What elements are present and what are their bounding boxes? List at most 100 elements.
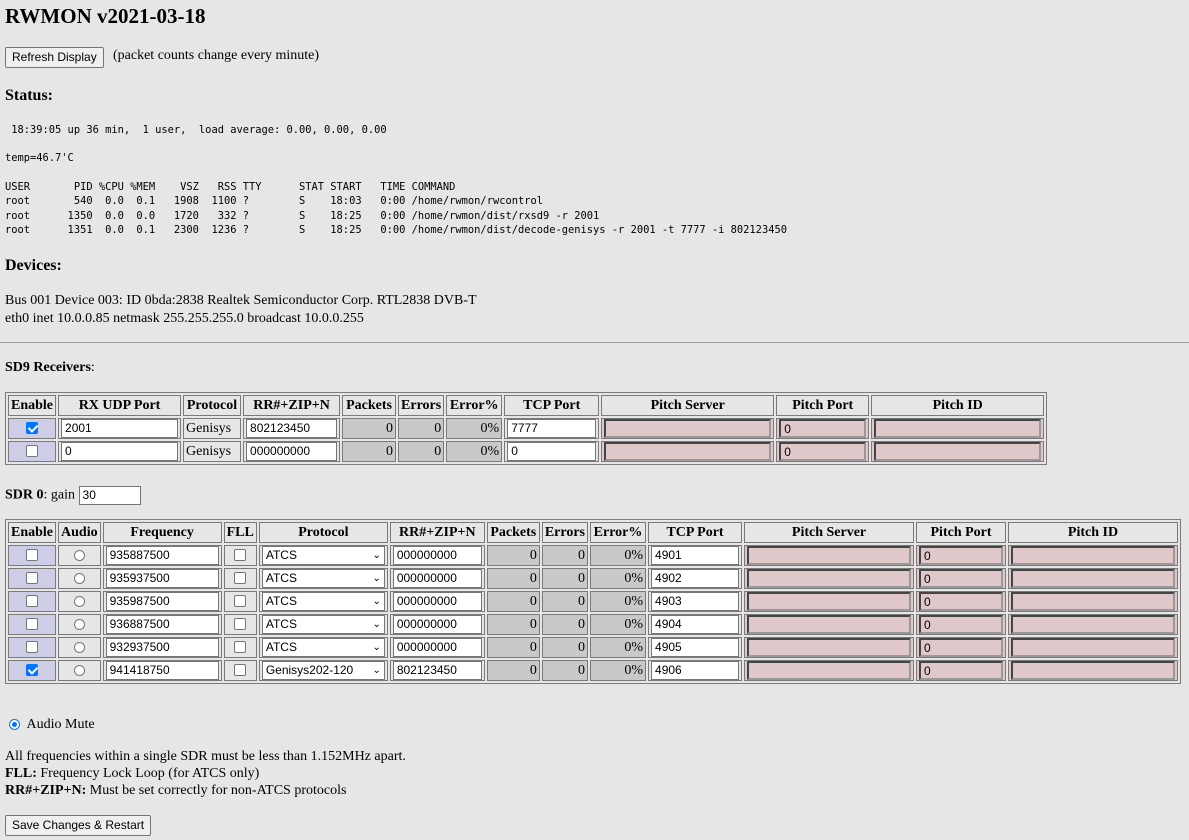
fll-checkbox[interactable] xyxy=(234,618,247,631)
enable-checkbox[interactable] xyxy=(26,422,38,435)
audio-radio[interactable] xyxy=(73,572,85,584)
rr-zip-n-input[interactable]: 802123450 xyxy=(392,661,482,680)
tcp-port-input[interactable]: 4906 xyxy=(651,661,740,680)
pitch-server-cell xyxy=(744,614,915,635)
rr-zip-n-input[interactable]: 000000000 xyxy=(246,442,338,461)
protocol-select[interactable]: ATCS ⌄ xyxy=(261,569,385,588)
pitch-server-input[interactable] xyxy=(747,546,912,565)
enable-checkbox[interactable] xyxy=(26,572,38,585)
pitch-id-input[interactable] xyxy=(1011,615,1176,634)
frequency-input[interactable]: 932937500 xyxy=(105,638,219,657)
fll-checkbox[interactable] xyxy=(234,549,247,562)
audio-radio[interactable] xyxy=(73,641,85,653)
gain-input[interactable]: 30 xyxy=(78,486,141,505)
protocol-select[interactable]: ATCS ⌄ xyxy=(261,638,385,657)
pitch-port-input[interactable]: 0 xyxy=(919,592,1004,611)
sdr-col-pitch-server: Pitch Server xyxy=(744,522,915,543)
fll-checkbox[interactable] xyxy=(234,641,247,654)
protocol-select[interactable]: ATCS ⌄ xyxy=(261,546,385,565)
audio-mute-radio[interactable] xyxy=(9,719,20,731)
pitch-id-cell xyxy=(1008,660,1179,681)
frequency-input[interactable]: 936887500 xyxy=(105,615,219,634)
fll-checkbox[interactable] xyxy=(234,572,247,585)
frequency-input[interactable]: 941418750 xyxy=(105,661,219,680)
rr-zip-n-input[interactable]: 000000000 xyxy=(392,546,482,565)
pitch-port-input[interactable]: 0 xyxy=(919,638,1004,657)
rx-udp-port-input[interactable]: 0 xyxy=(61,442,179,461)
refresh-display-button[interactable]: Refresh Display xyxy=(5,47,104,68)
save-restart-button[interactable]: Save Changes & Restart xyxy=(5,815,152,836)
pitch-id-input[interactable] xyxy=(874,419,1042,438)
tcp-port-input[interactable]: 4902 xyxy=(651,569,740,588)
pitch-id-input[interactable] xyxy=(1011,546,1176,565)
tcp-port-input[interactable]: 4901 xyxy=(651,546,740,565)
pitch-server-input[interactable] xyxy=(604,442,772,461)
tcp-port-input[interactable]: 4905 xyxy=(651,638,740,657)
enable-checkbox[interactable] xyxy=(26,641,38,654)
pitch-port-input[interactable]: 0 xyxy=(779,442,867,461)
fll-checkbox[interactable] xyxy=(234,664,247,677)
rr-zip-n-input[interactable]: 000000000 xyxy=(392,638,482,657)
frequency-cell: 935937500 xyxy=(102,568,222,589)
protocol-select[interactable]: ATCS ⌄ xyxy=(261,615,385,634)
pitch-server-input[interactable] xyxy=(747,615,912,634)
sdr-row: 935887500 ATCS ⌄ 000000000 0 0 0% 4901 0 xyxy=(8,545,1179,566)
pitch-id-cell xyxy=(1008,545,1179,566)
enable-cell xyxy=(8,591,57,612)
pitch-id-input[interactable] xyxy=(874,442,1042,461)
rx-udp-port-input[interactable]: 2001 xyxy=(61,419,179,438)
fll-checkbox[interactable] xyxy=(234,595,247,608)
tcp-port-input[interactable]: 0 xyxy=(507,442,597,461)
frequency-input[interactable]: 935887500 xyxy=(105,546,219,565)
audio-radio[interactable] xyxy=(73,664,85,676)
error-percent-cell: 0% xyxy=(446,441,503,462)
enable-checkbox[interactable] xyxy=(26,549,38,562)
temperature-line: temp=46.7'C xyxy=(5,152,74,164)
frequency-input[interactable]: 935937500 xyxy=(105,569,219,588)
tcp-port-input[interactable]: 4904 xyxy=(651,615,740,634)
pitch-server-input[interactable] xyxy=(747,661,912,680)
protocol-cell: ATCS ⌄ xyxy=(258,637,388,658)
tcp-port-input[interactable]: 7777 xyxy=(507,419,597,438)
pitch-port-input[interactable]: 0 xyxy=(919,661,1004,680)
pitch-id-input[interactable] xyxy=(1011,638,1176,657)
pitch-server-input[interactable] xyxy=(604,419,772,438)
enable-checkbox[interactable] xyxy=(26,445,38,458)
audio-mute-option[interactable]: Audio Mute xyxy=(9,717,95,733)
frequency-input[interactable]: 935987500 xyxy=(105,592,219,611)
enable-checkbox[interactable] xyxy=(26,618,38,631)
rr-zip-n-input[interactable]: 000000000 xyxy=(392,569,482,588)
enable-checkbox[interactable] xyxy=(26,595,38,608)
pitch-port-input[interactable]: 0 xyxy=(779,419,867,438)
enable-checkbox[interactable] xyxy=(26,664,38,677)
rr-zip-n-input[interactable]: 000000000 xyxy=(392,615,482,634)
fll-note-text: Frequency Lock Loop (for ATCS only) xyxy=(36,766,260,781)
audio-radio[interactable] xyxy=(73,549,85,561)
pitch-server-input[interactable] xyxy=(747,638,912,657)
rr-zip-n-cell: 000000000 xyxy=(389,614,485,635)
rr-zip-n-input[interactable]: 802123450 xyxy=(246,419,338,438)
pitch-server-input[interactable] xyxy=(747,592,912,611)
audio-radio[interactable] xyxy=(73,595,85,607)
audio-radio[interactable] xyxy=(73,618,85,630)
pitch-server-input[interactable] xyxy=(747,569,912,588)
rr-zip-n-cell: 000000000 xyxy=(389,545,485,566)
sd9-col-enable: Enable xyxy=(8,395,57,416)
protocol-select[interactable]: Genisys202-120 ⌄ xyxy=(261,661,385,680)
pitch-port-input[interactable]: 0 xyxy=(919,615,1004,634)
sd9-col-pitch-port: Pitch Port xyxy=(776,395,870,416)
pitch-id-input[interactable] xyxy=(1011,592,1176,611)
pitch-server-cell xyxy=(744,568,915,589)
sd9-receivers-table: Enable RX UDP Port Protocol RR#+ZIP+N Packet… xyxy=(5,392,1048,465)
errors-cell: 0 xyxy=(541,545,589,566)
rr-zip-n-input[interactable]: 000000000 xyxy=(392,592,482,611)
pitch-port-cell: 0 xyxy=(916,545,1007,566)
pitch-port-input[interactable]: 0 xyxy=(919,569,1004,588)
pitch-id-input[interactable] xyxy=(1011,661,1176,680)
tcp-port-input[interactable]: 4903 xyxy=(651,592,740,611)
pitch-port-input[interactable]: 0 xyxy=(919,546,1004,565)
pitch-id-input[interactable] xyxy=(1011,569,1176,588)
protocol-select[interactable]: ATCS ⌄ xyxy=(261,592,385,611)
protocol-cell: ATCS ⌄ xyxy=(258,568,388,589)
packets-cell: 0 xyxy=(486,591,540,612)
